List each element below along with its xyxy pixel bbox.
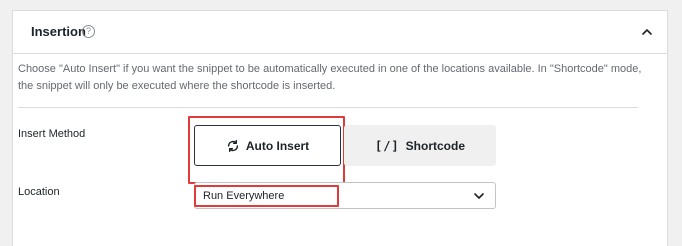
panel-title: Insertion: [31, 24, 86, 39]
divider: [18, 107, 638, 108]
auto-insert-button[interactable]: Auto Insert: [194, 125, 341, 166]
insert-method-label: Insert Method: [18, 128, 86, 140]
shortcode-button[interactable]: [/] Shortcode: [344, 125, 496, 166]
question-circle-icon[interactable]: ?: [82, 25, 95, 38]
location-highlight: [194, 185, 339, 207]
insertion-description: Choose "Auto Insert" if you want the sni…: [18, 63, 642, 92]
chevron-up-icon[interactable]: [639, 24, 655, 40]
chevron-down-icon: [474, 193, 484, 199]
shortcode-label: Shortcode: [405, 138, 466, 153]
refresh-icon: [227, 139, 238, 152]
location-label: Location: [18, 186, 60, 198]
shortcode-icon: [/]: [374, 138, 400, 153]
panel-header[interactable]: Insertion ?: [13, 11, 667, 54]
auto-insert-label: Auto Insert: [245, 138, 310, 153]
